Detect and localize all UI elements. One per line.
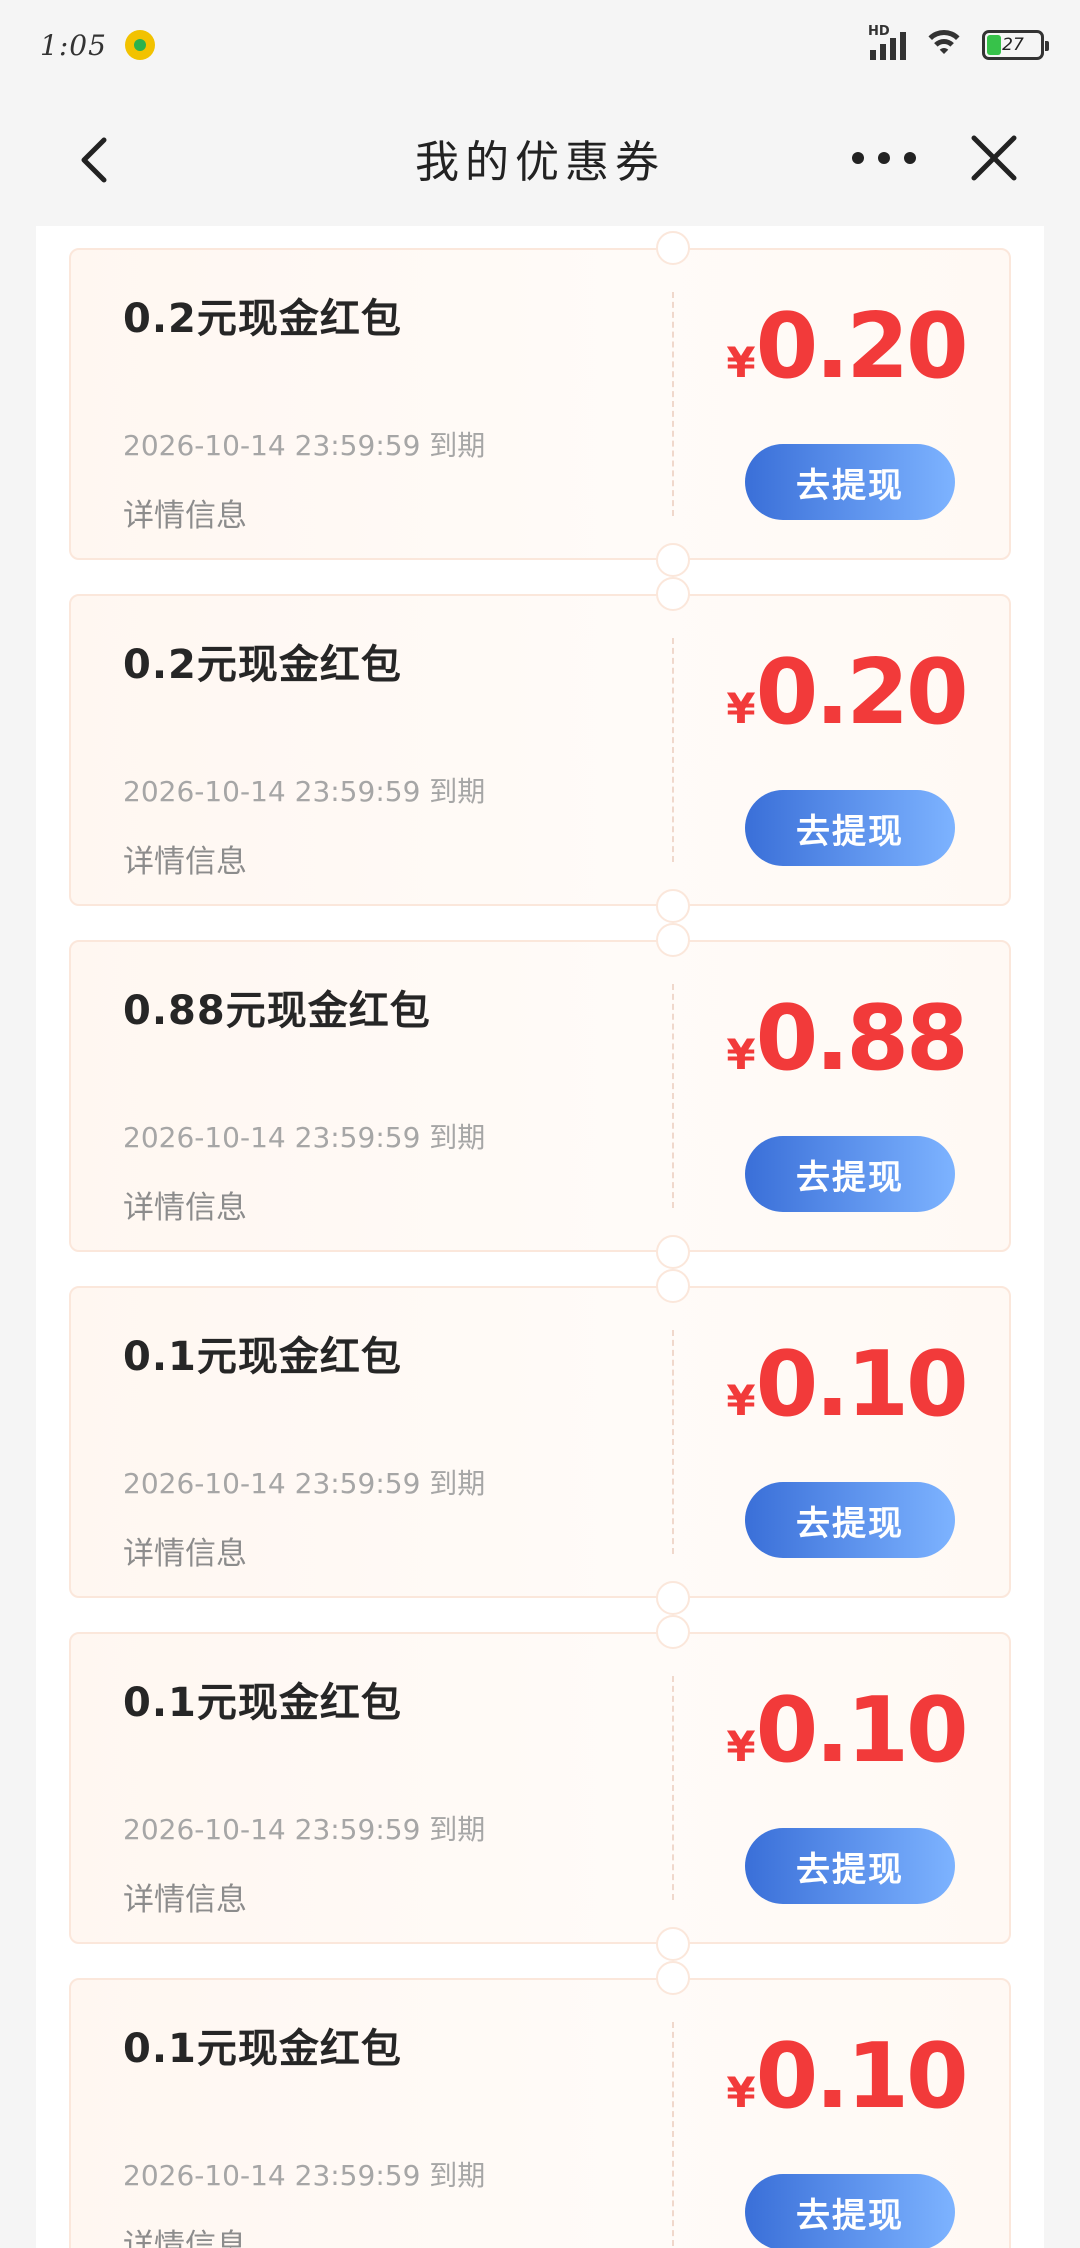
network-type: HD xyxy=(868,24,890,39)
coupon-amount: ¥0.20 xyxy=(681,294,1011,399)
coupon-card: 0.2元现金红包 2026-10-14 23:59:59 到期 详情信息 ¥0.… xyxy=(69,231,1011,577)
amount-value: 0.10 xyxy=(755,2024,969,2129)
coupon-details-link[interactable]: 详情信息 xyxy=(123,836,247,881)
withdraw-button[interactable]: 去提现 xyxy=(745,2174,955,2248)
status-bar: 1:05 HD 27 xyxy=(0,0,1080,90)
withdraw-button[interactable]: 去提现 xyxy=(745,790,955,866)
coupon-details-link[interactable]: 详情信息 xyxy=(123,2220,247,2248)
ticket-notch xyxy=(656,1927,690,1961)
ticket-notch xyxy=(656,923,690,957)
withdraw-button[interactable]: 去提现 xyxy=(745,1828,955,1904)
coupon-expiry: 2026-10-14 23:59:59 到期 xyxy=(123,1467,486,1500)
withdraw-button[interactable]: 去提现 xyxy=(745,1136,955,1212)
ticket-notch xyxy=(656,1235,690,1269)
coupon-title: 0.2元现金红包 xyxy=(123,642,402,688)
close-icon[interactable] xyxy=(968,132,1020,184)
ticket-notch xyxy=(656,1269,690,1303)
currency-symbol: ¥ xyxy=(726,2068,756,2117)
coupon-title: 0.2元现金红包 xyxy=(123,296,402,342)
music-app-icon xyxy=(124,30,155,60)
coupon-title: 0.1元现金红包 xyxy=(123,1680,402,1726)
amount-value: 0.10 xyxy=(755,1678,969,1783)
status-time: 1:05 xyxy=(40,28,107,62)
ticket-divider xyxy=(672,984,674,1208)
ticket-divider xyxy=(672,2022,674,2246)
coupon-list[interactable]: 0.2元现金红包 2026-10-14 23:59:59 到期 详情信息 ¥0.… xyxy=(36,226,1044,2248)
ticket-notch xyxy=(656,1615,690,1649)
currency-symbol: ¥ xyxy=(726,1722,756,1771)
coupon-card: 0.1元现金红包 2026-10-14 23:59:59 到期 详情信息 ¥0.… xyxy=(69,1961,1011,2248)
withdraw-button[interactable]: 去提现 xyxy=(745,1482,955,1558)
currency-symbol: ¥ xyxy=(726,684,756,733)
page-title: 我的优惠券 xyxy=(415,137,665,188)
coupon-card: 0.88元现金红包 2026-10-14 23:59:59 到期 详情信息 ¥0… xyxy=(69,923,1011,1269)
amount-value: 0.88 xyxy=(755,986,969,1091)
battery-level: 27 xyxy=(1002,35,1024,55)
back-icon[interactable] xyxy=(70,134,122,186)
amount-value: 0.20 xyxy=(755,294,969,399)
coupon-expiry: 2026-10-14 23:59:59 到期 xyxy=(123,1813,486,1846)
status-right: HD 27 xyxy=(868,24,1049,60)
ticket-divider xyxy=(672,1330,674,1554)
ticket-notch xyxy=(656,889,690,923)
amount-value: 0.20 xyxy=(755,640,969,745)
coupon-expiry: 2026-10-14 23:59:59 到期 xyxy=(123,1121,486,1154)
ticket-notch xyxy=(656,543,690,577)
currency-symbol: ¥ xyxy=(726,338,756,387)
coupon-title: 0.1元现金红包 xyxy=(123,1334,402,1380)
signal-icon: HD xyxy=(868,24,906,60)
coupon-card: 0.1元现金红包 2026-10-14 23:59:59 到期 详情信息 ¥0.… xyxy=(69,1615,1011,1961)
coupon-amount: ¥0.20 xyxy=(681,640,1011,745)
coupon-card: 0.1元现金红包 2026-10-14 23:59:59 到期 详情信息 ¥0.… xyxy=(69,1269,1011,1615)
coupon-title: 0.1元现金红包 xyxy=(123,2026,402,2072)
coupon-details-link[interactable]: 详情信息 xyxy=(123,1528,247,1573)
coupon-amount: ¥0.10 xyxy=(681,2024,1011,2129)
amount-value: 0.10 xyxy=(755,1332,969,1437)
coupon-card: 0.2元现金红包 2026-10-14 23:59:59 到期 详情信息 ¥0.… xyxy=(69,577,1011,923)
ticket-notch xyxy=(656,1581,690,1615)
coupon-amount: ¥0.10 xyxy=(681,1678,1011,1783)
coupon-title: 0.88元现金红包 xyxy=(123,988,431,1034)
ticket-divider xyxy=(672,1676,674,1900)
coupon-expiry: 2026-10-14 23:59:59 到期 xyxy=(123,2159,486,2192)
coupon-amount: ¥0.88 xyxy=(681,986,1011,1091)
ticket-notch xyxy=(656,577,690,611)
status-left: 1:05 xyxy=(40,29,155,62)
more-icon[interactable] xyxy=(852,140,916,176)
currency-symbol: ¥ xyxy=(726,1030,756,1079)
ticket-divider xyxy=(672,292,674,516)
coupon-expiry: 2026-10-14 23:59:59 到期 xyxy=(123,775,486,808)
withdraw-button[interactable]: 去提现 xyxy=(745,444,955,520)
battery-icon: 27 xyxy=(982,30,1049,60)
ticket-notch xyxy=(656,231,690,265)
coupon-expiry: 2026-10-14 23:59:59 到期 xyxy=(123,429,486,462)
coupon-details-link[interactable]: 详情信息 xyxy=(123,490,247,535)
nav-bar: 我的优惠券 xyxy=(0,90,1080,226)
coupon-details-link[interactable]: 详情信息 xyxy=(123,1874,247,1919)
ticket-notch xyxy=(656,1961,690,1995)
ticket-divider xyxy=(672,638,674,862)
coupon-amount: ¥0.10 xyxy=(681,1332,1011,1437)
coupon-details-link[interactable]: 详情信息 xyxy=(123,1182,247,1227)
currency-symbol: ¥ xyxy=(726,1376,756,1425)
wifi-icon xyxy=(922,30,966,60)
